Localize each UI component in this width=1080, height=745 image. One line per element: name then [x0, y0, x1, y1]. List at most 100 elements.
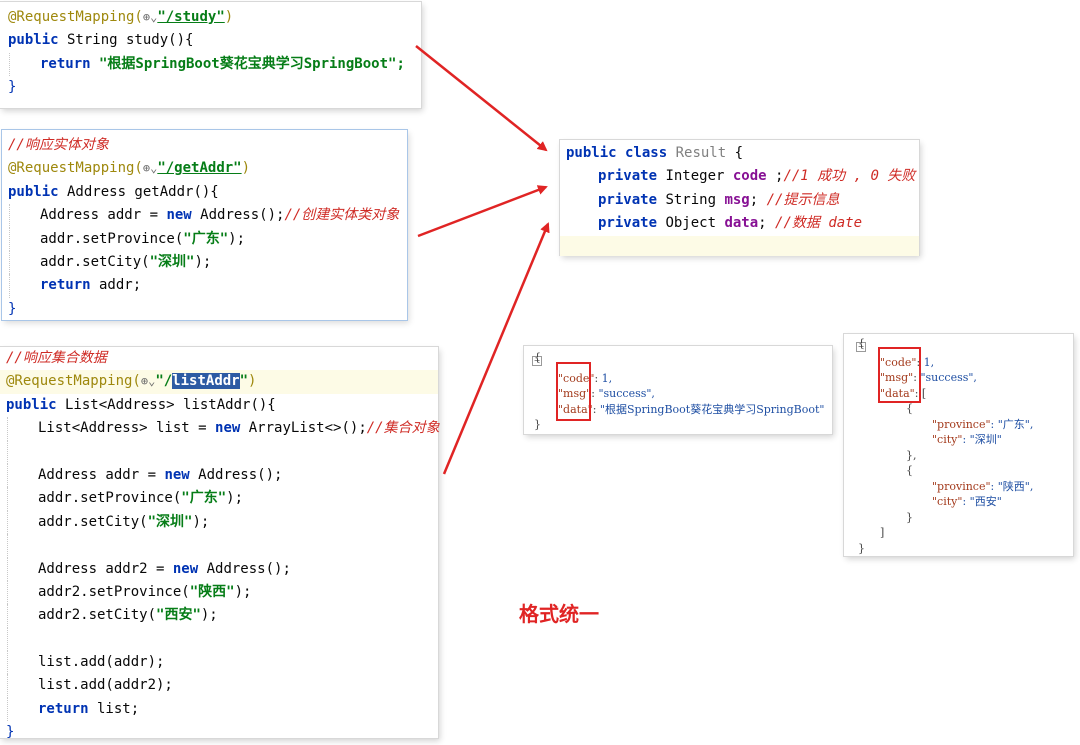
- code-text: );: [192, 513, 210, 530]
- keyword: public: [8, 183, 59, 200]
- keyword: new: [164, 466, 190, 483]
- mapping-path: "/getAddr": [157, 160, 242, 177]
- annotation: @RequestMapping(: [8, 9, 143, 25]
- code-line: @RequestMapping(⊕⌄"/study"): [0, 6, 421, 29]
- keyword: return: [38, 700, 89, 717]
- code-line: addr.setCity("深圳");: [0, 510, 438, 535]
- json-obj-close: }: [906, 511, 913, 524]
- code-line-blank: [560, 235, 919, 256]
- json-sep: :: [594, 372, 602, 385]
- code-text: addr.setProvince(: [38, 490, 182, 507]
- json-obj-close: },: [906, 449, 917, 462]
- selected-path-text[interactable]: listAddr: [172, 373, 240, 390]
- keyword: public class: [566, 145, 668, 161]
- json-line: "city": "深圳": [932, 433, 1002, 447]
- mapping-path: "/study": [157, 9, 225, 25]
- code-text: );: [234, 583, 252, 600]
- code-text: addr2.setCity(: [38, 607, 157, 624]
- code-line: }: [2, 298, 407, 321]
- code-text: addr.setCity(: [40, 253, 150, 270]
- field-name: msg: [724, 191, 750, 208]
- keyword: return: [40, 277, 91, 294]
- string-literal: "广东": [181, 490, 227, 507]
- annotation-close: ): [241, 160, 251, 177]
- code-text: addr.setProvince(: [40, 230, 184, 247]
- json-key: "province": [932, 418, 991, 431]
- code-line-blank: [0, 627, 438, 652]
- globe-icon[interactable]: ⊕⌄: [141, 370, 155, 393]
- code-text: );: [194, 253, 212, 270]
- json-line: "province": "陕西",: [932, 480, 1033, 494]
- comment: //数据 date: [775, 215, 863, 232]
- string-literal: "广东": [183, 230, 229, 247]
- field-type: Integer: [657, 168, 733, 185]
- json-key: "city": [932, 495, 963, 508]
- keyword: new: [215, 420, 241, 437]
- json-obj-open: {: [906, 402, 913, 415]
- keyword: public: [6, 396, 57, 413]
- code-line: @RequestMapping(⊕⌄"/listAddr"): [0, 370, 438, 394]
- code-line-blank: [0, 440, 438, 464]
- field-type: Object: [657, 215, 725, 232]
- code-line: public List<Address> listAddr(){: [0, 394, 438, 417]
- comment: //集合对象: [366, 420, 440, 437]
- comment: //响应集合数据: [6, 350, 107, 366]
- string-literal: "深圳": [149, 253, 195, 270]
- code-line: }: [0, 76, 421, 99]
- code-text: list;: [88, 700, 140, 717]
- json-obj-open: {: [906, 464, 913, 477]
- json-value: [: [921, 387, 927, 400]
- string-literal: "西安": [156, 607, 201, 624]
- return-string: "根据SpringBoot葵花宝典学习SpringBoot";: [90, 55, 405, 72]
- code-text: Address();: [198, 560, 291, 577]
- json-value: "success",: [598, 387, 655, 400]
- json-value: 1,: [601, 372, 613, 385]
- code-text: list.add(addr);: [38, 654, 165, 671]
- code-line: Address addr = new Address();: [0, 463, 438, 488]
- code-line: private Integer code ;//1 成功 , 0 失败: [560, 165, 919, 188]
- code-text: ArrayList<>();: [240, 420, 367, 437]
- code-line: addr2.setProvince("陕西");: [0, 580, 438, 605]
- comment: //响应实体对象: [8, 137, 109, 153]
- code-line: private String msg; //提示信息: [560, 189, 919, 212]
- code-text: Address addr =: [40, 207, 167, 224]
- comment: //创建实体类对象: [284, 207, 400, 224]
- method-signature: Address getAddr(){: [58, 183, 219, 200]
- field-name: code: [732, 168, 767, 185]
- code-text: Address addr =: [38, 466, 165, 483]
- json-value: "success",: [920, 371, 977, 384]
- code-line: return addr;: [2, 274, 407, 298]
- code-text: );: [200, 607, 218, 624]
- string-literal: "深圳": [147, 513, 193, 530]
- closing-brace: }: [8, 300, 17, 317]
- result-class-panel: public class Result { private Integer co…: [560, 140, 919, 256]
- json-response-large: − { "code": 1, "msg": "success", "data":…: [844, 334, 1073, 556]
- json-value: : "广东",: [990, 418, 1034, 431]
- method-signature: List<Address> listAddr(){: [56, 396, 276, 413]
- code-line: }: [0, 721, 438, 744]
- mapping-path-end: ": [239, 373, 249, 390]
- code-line: return list;: [0, 697, 438, 722]
- code-text: addr2.setProvince(: [38, 583, 190, 600]
- code-text: Address();: [189, 466, 283, 483]
- annotation: @RequestMapping(: [6, 373, 141, 390]
- json-open-brace: {: [858, 337, 865, 350]
- code-line: Address addr = new Address();//创建实体类对象: [2, 204, 407, 228]
- code-line: addr2.setCity("西安");: [0, 604, 438, 628]
- open-brace: {: [726, 145, 744, 161]
- mapping-path-quote: "/: [155, 373, 173, 390]
- keyword: private: [598, 215, 658, 232]
- globe-icon[interactable]: ⊕⌄: [143, 6, 157, 29]
- code-line: addr.setProvince("广东");: [2, 227, 407, 251]
- getaddr-code-panel: //响应实体对象 @RequestMapping(⊕⌄"/getAddr") p…: [2, 130, 407, 320]
- code-text: Address();: [191, 207, 285, 224]
- json-value: : "陕西",: [990, 480, 1034, 493]
- json-value: : "深圳": [962, 433, 1002, 446]
- code-text: Address addr2 =: [38, 560, 173, 577]
- code-line: private Object data; //数据 date: [560, 212, 919, 235]
- json-close-brace: }: [858, 542, 865, 555]
- code-text: List<Address> list =: [38, 420, 216, 437]
- globe-icon[interactable]: ⊕⌄: [143, 157, 157, 180]
- code-line: @RequestMapping(⊕⌄"/getAddr"): [2, 157, 407, 180]
- field-name: data: [724, 215, 759, 232]
